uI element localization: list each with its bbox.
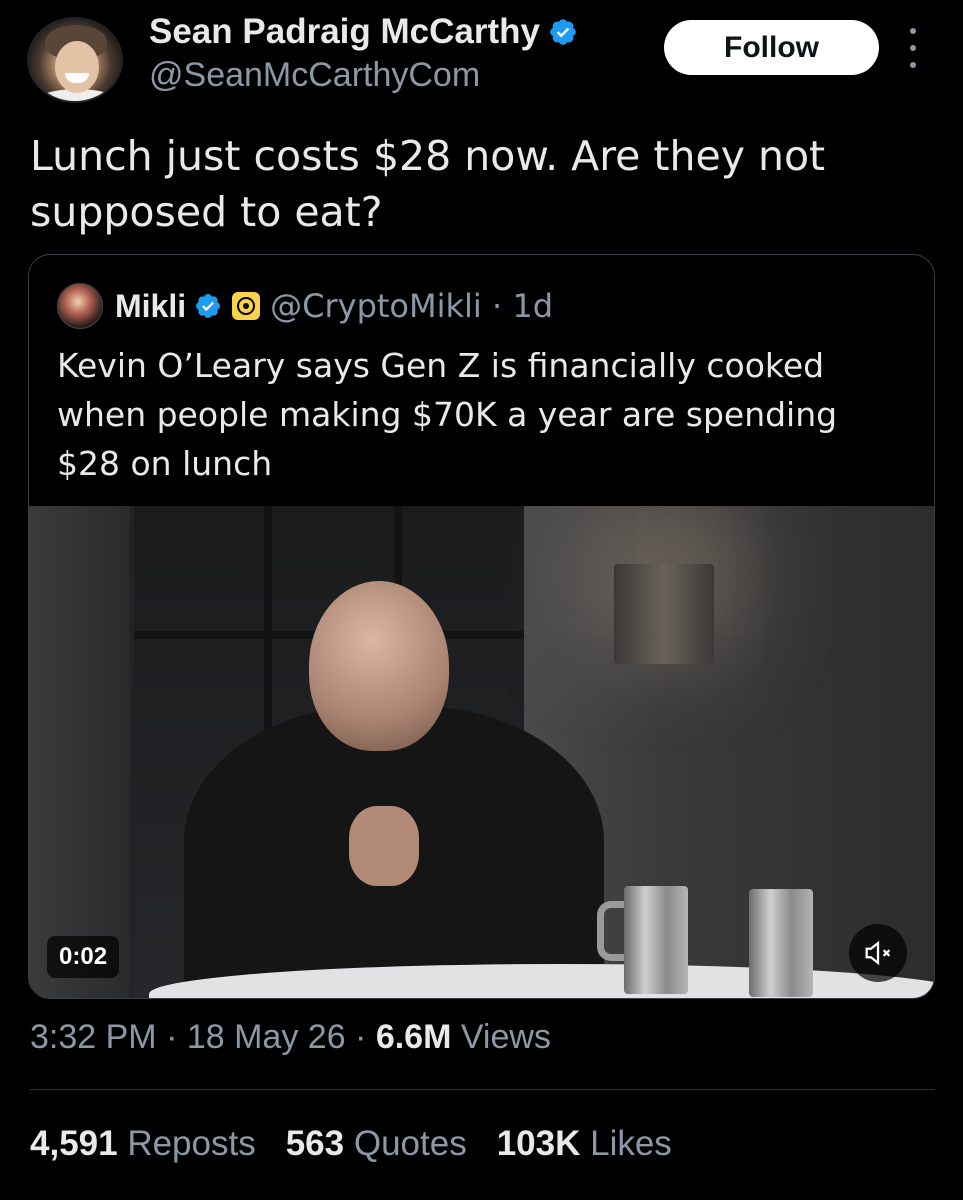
more-options-icon[interactable]: [898, 28, 928, 68]
quoted-author-handle: @CryptoMikli · 1d: [270, 287, 553, 325]
quoted-author-name[interactable]: Mikli: [115, 288, 186, 325]
divider: [30, 1089, 935, 1090]
video-time-badge: 0:02: [47, 936, 120, 978]
views-label: Views: [451, 1018, 551, 1056]
views-count: 6.6M: [375, 1018, 452, 1056]
wall-lamp: [614, 564, 714, 664]
author-name-row: Sean Padraig McCarthy: [149, 12, 578, 52]
author-handle[interactable]: @SeanMcCarthyCom: [149, 56, 480, 95]
mute-button[interactable]: [849, 924, 907, 982]
quoted-avatar[interactable]: [57, 283, 103, 329]
mug: [749, 889, 813, 997]
quoted-header: Mikli @CryptoMikli · 1d: [57, 283, 553, 329]
tweet-text: Lunch just costs $28 now. Are they not s…: [30, 132, 826, 236]
affiliate-badge-icon: [232, 292, 261, 320]
tweet-date[interactable]: 18 May 26: [187, 1018, 346, 1056]
mug: [624, 886, 688, 994]
speaker-face: [309, 581, 449, 751]
engagement-stats: 4,591 Reposts 563 Quotes 103K Likes: [30, 1124, 702, 1164]
tweet-header: Sean Padraig McCarthy @SeanMcCarthyCom F…: [0, 0, 963, 120]
verified-badge-icon: [196, 294, 221, 318]
quotes-stat[interactable]: 563 Quotes: [286, 1124, 467, 1164]
verified-badge-icon: [550, 19, 576, 45]
speaker-muted-icon: [865, 940, 891, 966]
author-name[interactable]: Sean Padraig McCarthy: [149, 12, 540, 52]
quoted-tweet[interactable]: Mikli @CryptoMikli · 1d Kevin O’Leary sa…: [28, 254, 935, 999]
quoted-text: Kevin O’Leary says Gen Z is financially …: [57, 346, 838, 483]
video-player[interactable]: 0:02: [29, 506, 934, 998]
tweet-time[interactable]: 3:32 PM: [30, 1018, 157, 1056]
tweet-meta: 3:32 PM · 18 May 26 · 6.6M Views: [30, 1018, 551, 1056]
follow-button[interactable]: Follow: [664, 20, 879, 75]
reposts-stat[interactable]: 4,591 Reposts: [30, 1124, 256, 1164]
author-avatar[interactable]: [27, 17, 123, 103]
likes-stat[interactable]: 103K Likes: [497, 1124, 672, 1164]
